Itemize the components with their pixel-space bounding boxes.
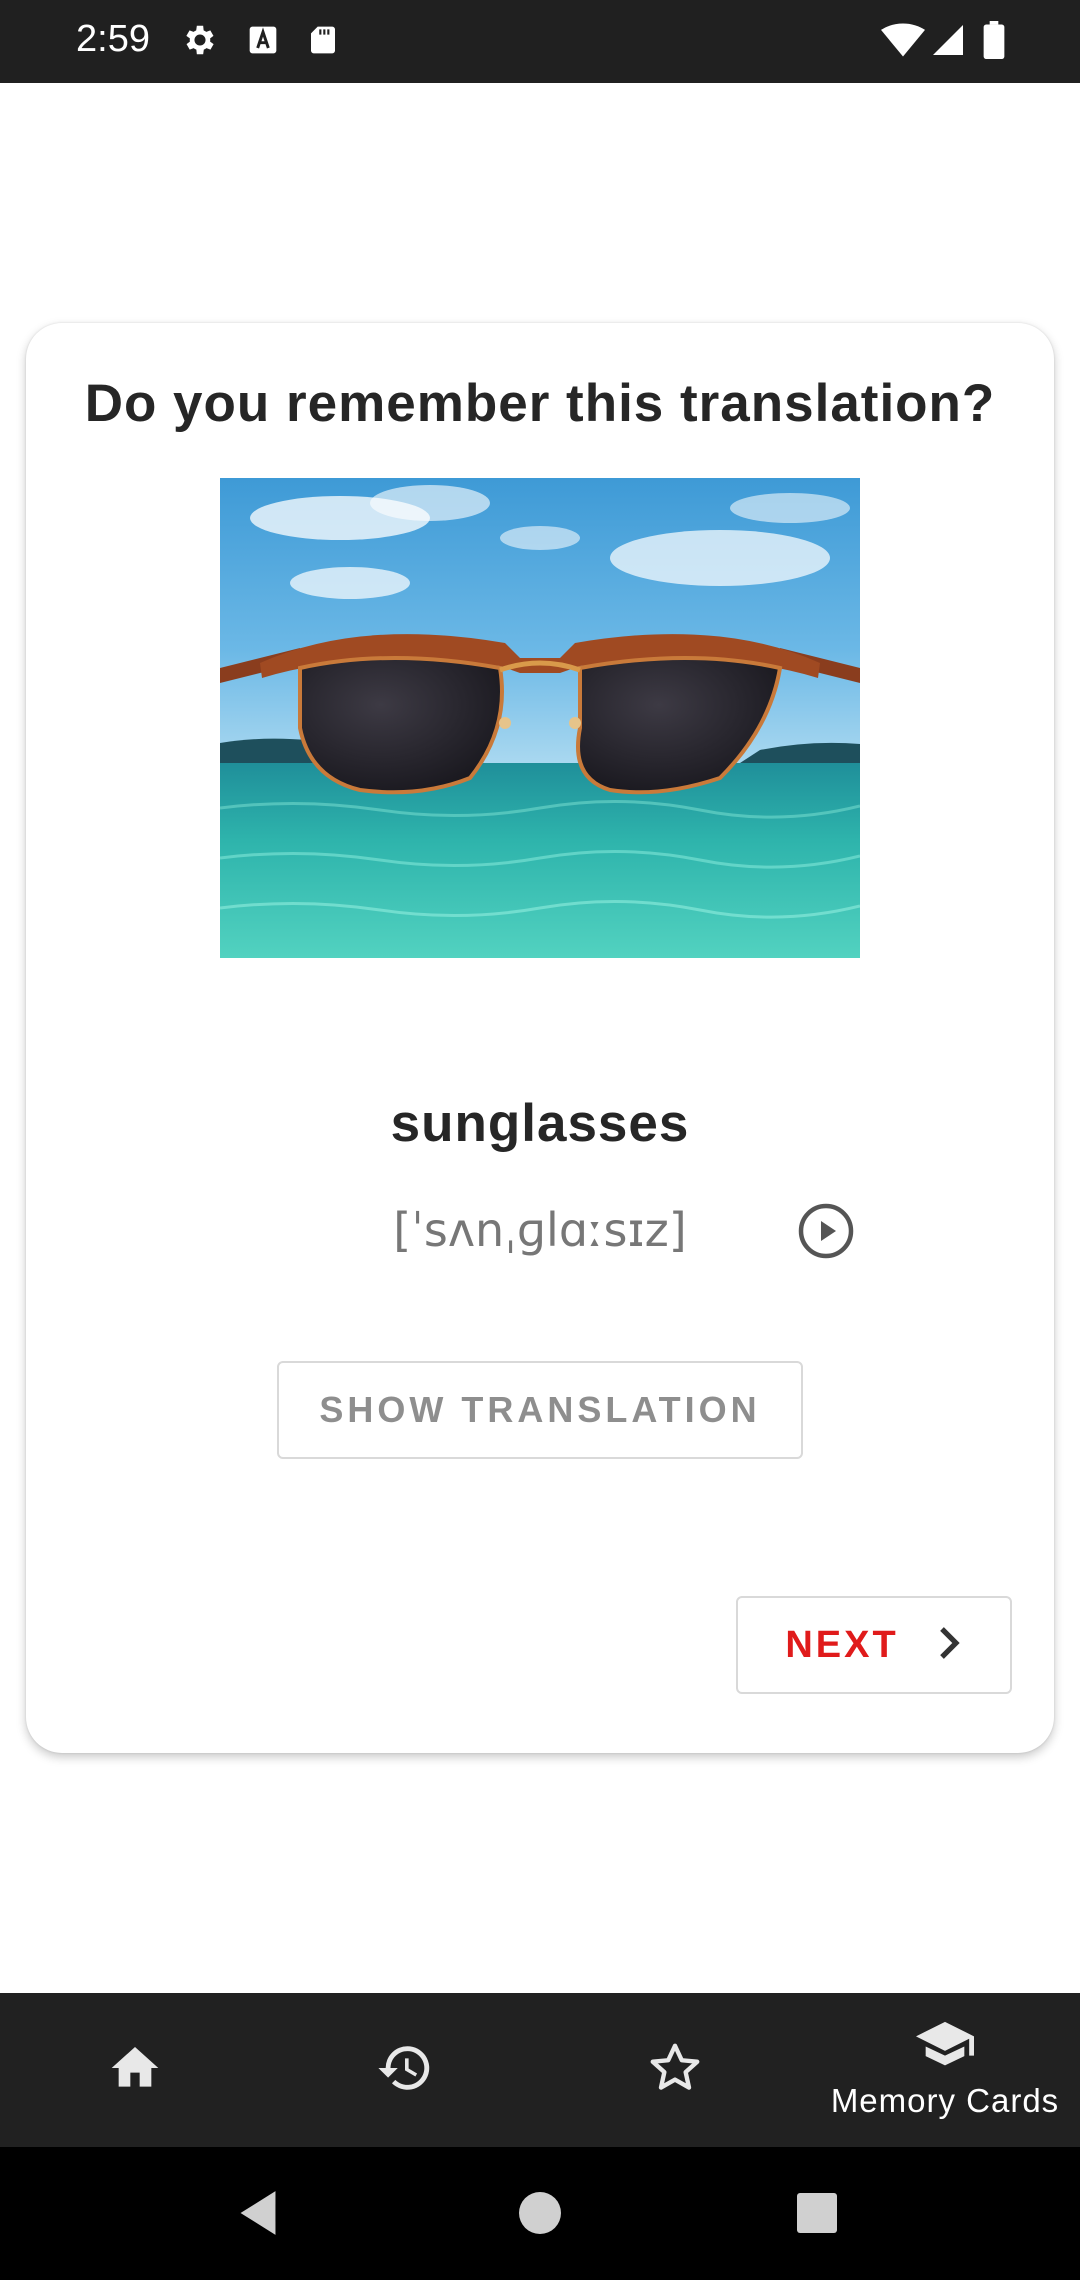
play-circle-icon [796, 1201, 856, 1266]
history-icon [376, 2039, 434, 2102]
star-icon [646, 2039, 704, 2102]
system-navigation-bar [0, 2147, 1080, 2280]
memory-card: Do you remember this translation? sungla… [26, 323, 1054, 1753]
cell-signal-icon [928, 20, 968, 60]
bottom-navigation: Memory Cards [0, 1993, 1080, 2147]
chevron-right-icon [933, 1625, 963, 1666]
sd-card-icon [303, 20, 343, 60]
settings-gear-icon [180, 20, 220, 60]
next-button[interactable]: NEXT [736, 1596, 1012, 1694]
sunglasses-image [220, 478, 860, 958]
show-translation-label: SHOW TRANSLATION [319, 1389, 761, 1430]
wifi-icon [880, 20, 926, 60]
home-circle-icon[interactable] [504, 2177, 576, 2249]
show-translation-button[interactable]: SHOW TRANSLATION [277, 1361, 803, 1459]
graduation-cap-icon [916, 2021, 974, 2076]
home-icon [107, 2040, 163, 2101]
status-bar: 2:59 [0, 0, 1080, 83]
back-icon[interactable] [222, 2177, 294, 2249]
nav-item-memory-cards[interactable]: Memory Cards [810, 1993, 1080, 2147]
recents-square-icon[interactable] [781, 2177, 853, 2249]
play-pronunciation-button[interactable] [794, 1201, 858, 1265]
card-question: Do you remember this translation? [84, 374, 996, 433]
nav-item-favorites[interactable] [540, 1993, 810, 2147]
battery-icon [974, 20, 1014, 60]
card-phonetic: [ˈsʌnˌɡlɑːsɪz] [393, 1203, 687, 1257]
screen: 2:59 Do you remember this translation? s… [0, 0, 1080, 2280]
font-a-icon [243, 20, 283, 60]
nav-item-history[interactable] [270, 1993, 540, 2147]
nav-item-home[interactable] [0, 1993, 270, 2147]
nav-label-memory-cards: Memory Cards [830, 2081, 1060, 2119]
card-word: sunglasses [390, 1094, 690, 1153]
status-time: 2:59 [76, 18, 150, 60]
next-label: NEXT [785, 1623, 899, 1666]
